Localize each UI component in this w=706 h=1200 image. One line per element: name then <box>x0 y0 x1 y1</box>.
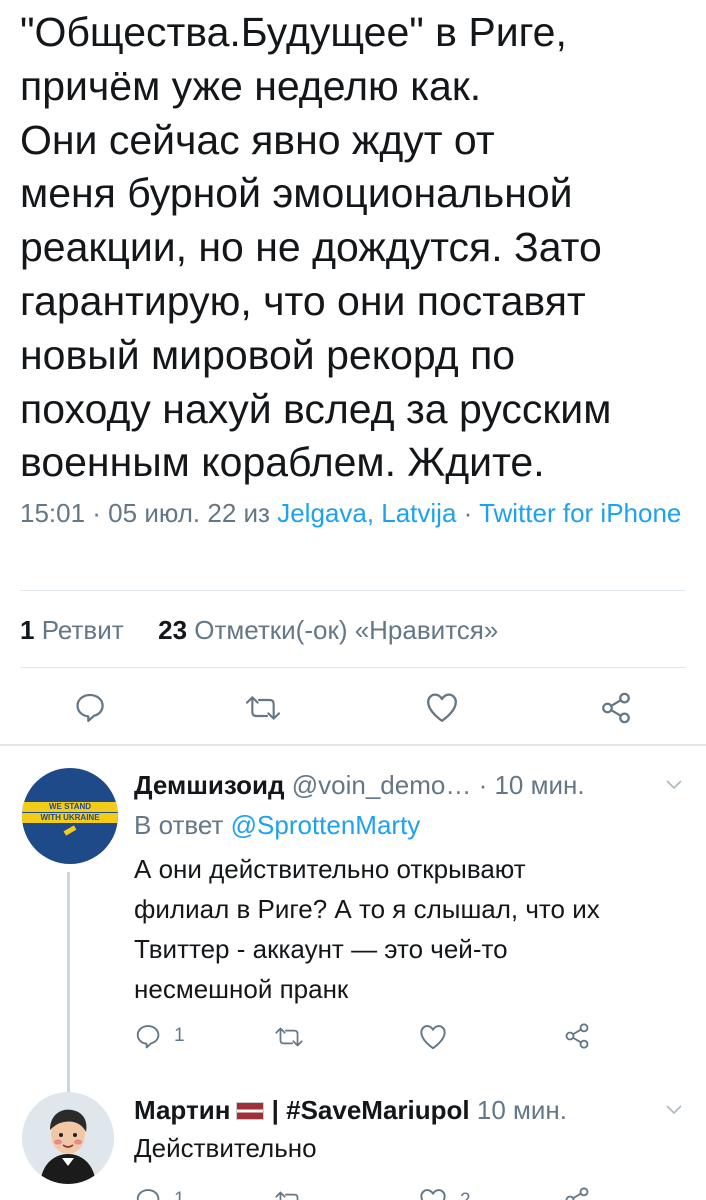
share-button[interactable] <box>599 691 633 725</box>
reply-line: А они действительно открывают <box>134 854 526 884</box>
like-count: 2 <box>460 1189 471 1200</box>
like-button[interactable] <box>424 691 460 723</box>
reply-button[interactable]: 1 <box>134 1186 185 1200</box>
chevron-down-icon[interactable] <box>664 778 684 792</box>
divider <box>0 744 706 746</box>
in-reply-to: В ответ @SprottenMarty <box>134 809 420 841</box>
like-icon <box>420 1025 446 1050</box>
retweet-count: 1 <box>20 615 35 645</box>
tweet-text: "Общества.Будущее" в Риге, причём уже не… <box>20 6 700 490</box>
retweet-icon <box>245 696 281 720</box>
avatar-illustration <box>40 1109 96 1184</box>
retweet-icon <box>275 1191 299 1200</box>
thread-line <box>67 872 70 1096</box>
reply-time: · 10 мин. <box>478 770 585 800</box>
reply-icon <box>136 1025 160 1049</box>
reply-icon <box>76 693 104 723</box>
retweet-label: Ретвит <box>34 615 124 645</box>
retweet-button[interactable] <box>273 1025 305 1049</box>
reply-header: Демшизоид @voin_demo… · 10 мин. <box>134 769 585 801</box>
tweet-line: реакции, но не дождутся. Зато <box>20 224 602 271</box>
reply-line: несмешной пранк <box>134 974 349 1004</box>
likes-stat[interactable]: 23 Отметки(-ок) «Нравится» <box>158 615 498 645</box>
tweet-timestamp: 15:01 · 05 июл. 22 из <box>20 498 278 528</box>
likes-count: 23 <box>158 615 188 645</box>
avatar-decor <box>63 825 77 836</box>
reply-text: А они действительно открывают филиал в Р… <box>134 849 600 1009</box>
avatar-text: WE STAND <box>22 802 118 812</box>
author-handle[interactable]: @voin_demo… <box>292 770 472 800</box>
avatar[interactable]: WE STAND WITH UKRAINE <box>22 768 118 864</box>
chevron-down-icon[interactable] <box>664 1103 684 1117</box>
in-reply-prefix: В ответ <box>134 810 231 840</box>
reply-count: 1 <box>174 1025 185 1046</box>
tweet-line: гарантирую, что они поставят <box>20 277 586 324</box>
tweet-line: новый мировой рекорд по <box>20 331 516 378</box>
client-link[interactable]: Twitter for iPhone <box>479 498 681 528</box>
divider <box>20 667 686 668</box>
share-icon <box>565 1187 589 1200</box>
like-icon <box>427 693 457 722</box>
location-link[interactable]: Jelgava, Latvija <box>277 498 456 528</box>
share-button[interactable] <box>563 1186 591 1200</box>
reply-line: Действительно <box>134 1133 317 1163</box>
meta-separator: · <box>456 498 480 528</box>
reply-text: Действительно <box>134 1128 317 1168</box>
reply-line: филиал в Риге? А то я слышал, что их <box>134 894 600 924</box>
retweets-stat[interactable]: 1 Ретвит <box>20 615 124 645</box>
share-icon <box>565 1023 589 1049</box>
author-name[interactable]: Демшизоид <box>134 770 285 800</box>
share-button[interactable] <box>563 1022 591 1050</box>
reply-line: Твиттер - аккаунт — это чей-то <box>134 934 508 964</box>
tweet-line: "Общества.Будущее" в Риге, <box>20 9 567 55</box>
retweet-button[interactable] <box>243 693 283 723</box>
reply-button[interactable] <box>73 690 107 724</box>
tweet-line: Они сейчас явно ждут от <box>20 116 495 163</box>
tweet-metadata: 15:01 · 05 июл. 22 из Jelgava, Latvija ·… <box>20 494 690 532</box>
reply-time: 10 мин. <box>476 1095 567 1125</box>
tweet-line: меня бурной эмоциональной <box>20 170 573 217</box>
reply-button[interactable]: 1 <box>134 1022 185 1050</box>
avatar-text: WITH UKRAINE <box>22 813 118 823</box>
reply-count: 1 <box>174 1189 185 1200</box>
retweet-button[interactable] <box>273 1189 305 1200</box>
avatar[interactable] <box>22 1092 114 1184</box>
avatar-badge: WE STAND WITH UKRAINE <box>22 802 118 823</box>
reply-icon <box>136 1189 160 1200</box>
like-icon <box>420 1189 446 1200</box>
tweet-line: военным кораблем. Ждите. <box>20 439 545 486</box>
in-reply-handle[interactable]: @SprottenMarty <box>231 810 421 840</box>
tweet-line: причём уже неделю как. <box>20 62 482 109</box>
likes-label: Отметки(-ок) «Нравится» <box>187 615 499 645</box>
author-name-suffix[interactable]: | #SaveMariupol <box>264 1095 470 1125</box>
reply-header: Мартин | #SaveMariupol 10 мин. <box>134 1094 567 1126</box>
tweet-stats: 1 Ретвит 23 Отметки(-ок) «Нравится» <box>20 612 498 648</box>
like-button[interactable] <box>418 1023 448 1050</box>
share-icon <box>602 692 630 724</box>
author-name[interactable]: Мартин <box>134 1095 230 1125</box>
divider <box>20 590 686 591</box>
tweet-line: походу нахуй вслед за русским <box>20 385 612 432</box>
retweet-icon <box>275 1027 303 1047</box>
latvia-flag-icon <box>236 1102 265 1120</box>
like-button[interactable]: 2 <box>418 1187 471 1200</box>
